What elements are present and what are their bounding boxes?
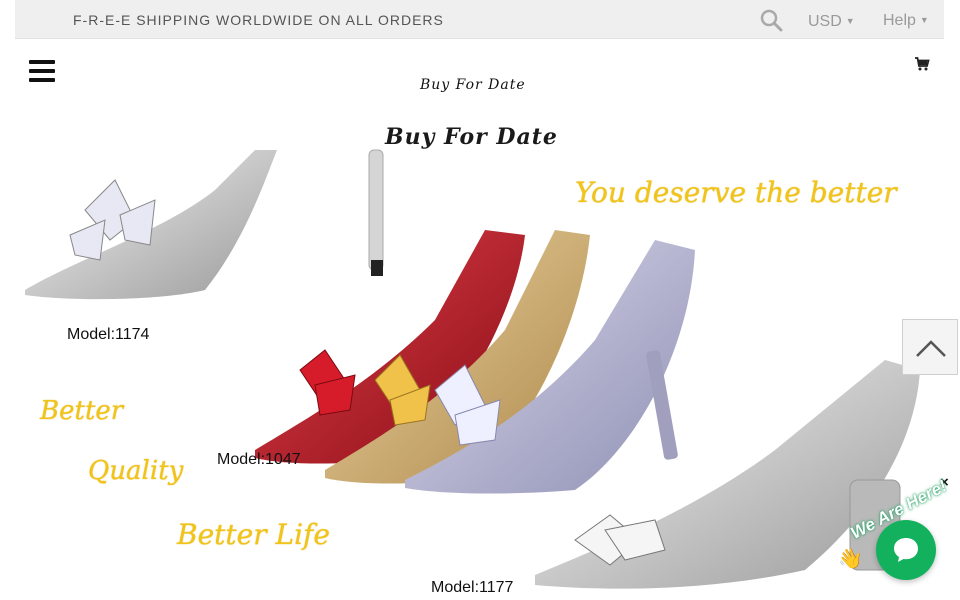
model-label: Model:1047: [217, 451, 301, 468]
wave-hand-icon: 👋: [838, 548, 863, 570]
back-to-top-button[interactable]: [902, 319, 958, 375]
chat-launcher-button[interactable]: [876, 520, 936, 580]
slogan-deserve: You deserve the better: [575, 176, 897, 209]
hamburger-menu-icon[interactable]: [29, 60, 55, 82]
slogan-better: Better: [40, 396, 124, 426]
help-menu[interactable]: Help ▼: [883, 12, 929, 30]
caret-down-icon: ▼: [845, 16, 855, 26]
promo-text: F-R-E-E SHIPPING WORLDWIDE ON ALL ORDERS: [73, 12, 444, 28]
model-label: Model:1177: [431, 579, 514, 596]
currency-selector[interactable]: USD ▼: [808, 13, 855, 31]
search-icon[interactable]: [759, 8, 783, 32]
slogan-quality: Quality: [88, 456, 184, 486]
hero-banner[interactable]: Buy For Date You deserve the better Bett…: [15, 120, 944, 600]
caret-down-icon: ▼: [919, 15, 929, 25]
currency-label: USD: [808, 13, 842, 30]
chat-bubble-icon: [894, 538, 918, 562]
chevron-up-icon: [916, 340, 946, 357]
slogan-better-life: Better Life: [177, 518, 330, 551]
shopping-cart-icon[interactable]: [914, 56, 930, 72]
model-label: Model:1174: [67, 326, 150, 343]
help-label: Help: [883, 12, 916, 29]
banner-title: Buy For Date: [385, 124, 558, 150]
announcement-bar: F-R-E-E SHIPPING WORLDWIDE ON ALL ORDERS…: [15, 0, 944, 39]
site-logo[interactable]: Buy For Date: [420, 77, 526, 93]
